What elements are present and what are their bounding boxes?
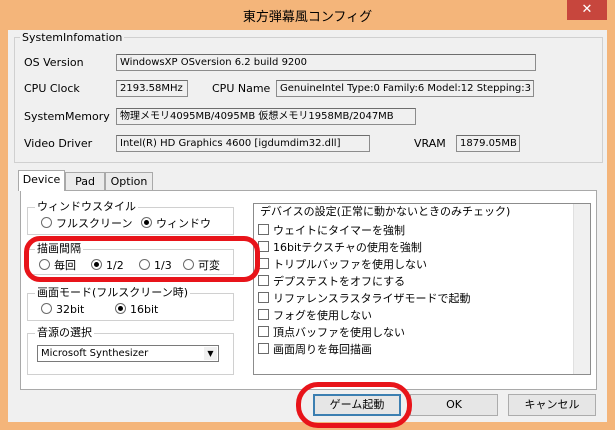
radio-half[interactable]: 1/2	[91, 259, 124, 272]
close-button[interactable]: ✕	[567, 0, 607, 20]
radio-button-icon	[91, 259, 102, 270]
window-style-legend: ウィンドウスタイル	[35, 200, 138, 213]
radio-button-icon	[41, 303, 52, 314]
checkbox-icon	[258, 224, 269, 235]
sound-source-select[interactable]: Microsoft Synthesizer ▼	[37, 345, 219, 362]
setting-label: デプステストをオフにする	[273, 275, 406, 288]
setting-label: 画面周りを毎回描画	[273, 343, 372, 356]
checkbox-icon	[258, 241, 269, 252]
radio-button-icon	[141, 217, 152, 228]
radio-fullscreen[interactable]: フルスクリーン	[41, 217, 132, 230]
setting-force-timer-wait[interactable]: ウェイトにタイマーを強制	[258, 223, 405, 239]
setting-label: 16bitテクスチャの使用を強制	[273, 241, 422, 254]
radio-third[interactable]: 1/3	[139, 259, 172, 272]
radio-32bit[interactable]: 32bit	[41, 303, 84, 316]
radio-button-icon	[115, 303, 126, 314]
setting-redraw-every-time[interactable]: 画面周りを毎回描画	[258, 342, 372, 358]
device-settings-header: デバイスの設定(正常に動かないときのみチェック)	[260, 205, 511, 218]
radio-16bit[interactable]: 16bit	[115, 303, 158, 316]
vram-value: 1879.05MB	[456, 135, 520, 152]
radio-label: 1/3	[154, 259, 172, 272]
close-icon: ✕	[581, 2, 593, 17]
checkbox-icon	[258, 292, 269, 303]
sound-source-legend: 音源の選択	[35, 326, 94, 339]
radio-every-frame[interactable]: 毎回	[39, 259, 76, 272]
checkbox-icon	[258, 275, 269, 286]
radio-label: 32bit	[56, 303, 85, 316]
config-window: 東方弾幕風コンフィグ ✕ SystemInfomation OS Version…	[0, 0, 615, 430]
video-driver-label: Video Driver	[24, 137, 93, 150]
radio-label: 可変	[198, 259, 220, 272]
screen-mode-legend: 画面モード(フルスクリーン時)	[35, 286, 191, 299]
system-memory-value: 物理メモリ4095MB/4095MB 仮想メモリ1958MB/2047MB	[116, 108, 416, 125]
setting-depth-test-off[interactable]: デプステストをオフにする	[258, 274, 405, 290]
cpu-clock-label: CPU Clock	[24, 82, 80, 95]
setting-reference-rasterizer[interactable]: リファレンスラスタライザモードで起動	[258, 291, 471, 307]
list-scrollbar[interactable]	[573, 204, 590, 374]
checkbox-icon	[258, 326, 269, 337]
setting-no-vertex-buffer[interactable]: 頂点バッファを使用しない	[258, 325, 405, 341]
os-version-value: WindowsXP OSversion 6.2 build 9200	[116, 54, 536, 71]
device-tab-panel: ウィンドウスタイル フルスクリーン ウィンドウ 描画間隔 毎回 1/2 1/3 …	[20, 190, 597, 390]
radio-window[interactable]: ウィンドウ	[141, 217, 211, 230]
sound-source-value: Microsoft Synthesizer	[41, 348, 149, 359]
title-bar[interactable]: 東方弾幕風コンフィグ ✕	[0, 0, 615, 30]
chevron-down-icon[interactable]: ▼	[204, 347, 217, 360]
radio-variable[interactable]: 可変	[183, 259, 220, 272]
radio-label: 1/2	[106, 259, 124, 272]
setting-label: リファレンスラスタライザモードで起動	[273, 292, 471, 305]
ok-button[interactable]: OK	[410, 394, 498, 416]
cpu-name-label: CPU Name	[212, 82, 271, 95]
radio-button-icon	[39, 259, 50, 270]
cpu-name-value: GenuineIntel Type:0 Family:6 Model:12 St…	[276, 80, 534, 97]
tab-option[interactable]: Option	[105, 172, 153, 191]
vram-label: VRAM	[414, 137, 446, 150]
window-title: 東方弾幕風コンフィグ	[242, 10, 373, 25]
checkbox-icon	[258, 258, 269, 269]
client-area: SystemInfomation OS Version WindowsXP OS…	[8, 30, 607, 422]
radio-button-icon	[139, 259, 150, 270]
setting-label: 頂点バッファを使用しない	[273, 326, 405, 339]
setting-label: トリプルバッファを使用しない	[273, 258, 427, 271]
radio-label: 16bit	[130, 303, 159, 316]
draw-interval-legend: 描画間隔	[35, 242, 83, 255]
system-memory-label: SystemMemory	[24, 110, 110, 123]
checkbox-icon	[258, 343, 269, 354]
cancel-button[interactable]: キャンセル	[508, 394, 596, 416]
device-settings-list[interactable]: デバイスの設定(正常に動かないときのみチェック) ウェイトにタイマーを強制 16…	[253, 203, 591, 375]
setting-label: ウェイトにタイマーを強制	[273, 224, 405, 237]
launch-game-button[interactable]: ゲーム起動	[313, 394, 401, 416]
setting-no-triple-buffer[interactable]: トリプルバッファを使用しない	[258, 257, 427, 273]
cpu-clock-value: 2193.58MHz	[116, 80, 188, 97]
tab-pad[interactable]: Pad	[65, 172, 105, 191]
radio-label: フルスクリーン	[56, 217, 133, 230]
tab-device[interactable]: Device	[18, 170, 65, 191]
os-version-label: OS Version	[24, 56, 84, 69]
system-info-legend: SystemInfomation	[20, 31, 125, 44]
setting-force-16bit-texture[interactable]: 16bitテクスチャの使用を強制	[258, 240, 422, 256]
setting-no-fog[interactable]: フォグを使用しない	[258, 308, 372, 324]
radio-label: ウィンドウ	[156, 217, 211, 230]
checkbox-icon	[258, 309, 269, 320]
video-driver-value: Intel(R) HD Graphics 4600 [igdumdim32.dl…	[116, 135, 370, 152]
radio-label: 毎回	[54, 259, 76, 272]
setting-label: フォグを使用しない	[273, 309, 372, 322]
radio-button-icon	[183, 259, 194, 270]
radio-button-icon	[41, 217, 52, 228]
